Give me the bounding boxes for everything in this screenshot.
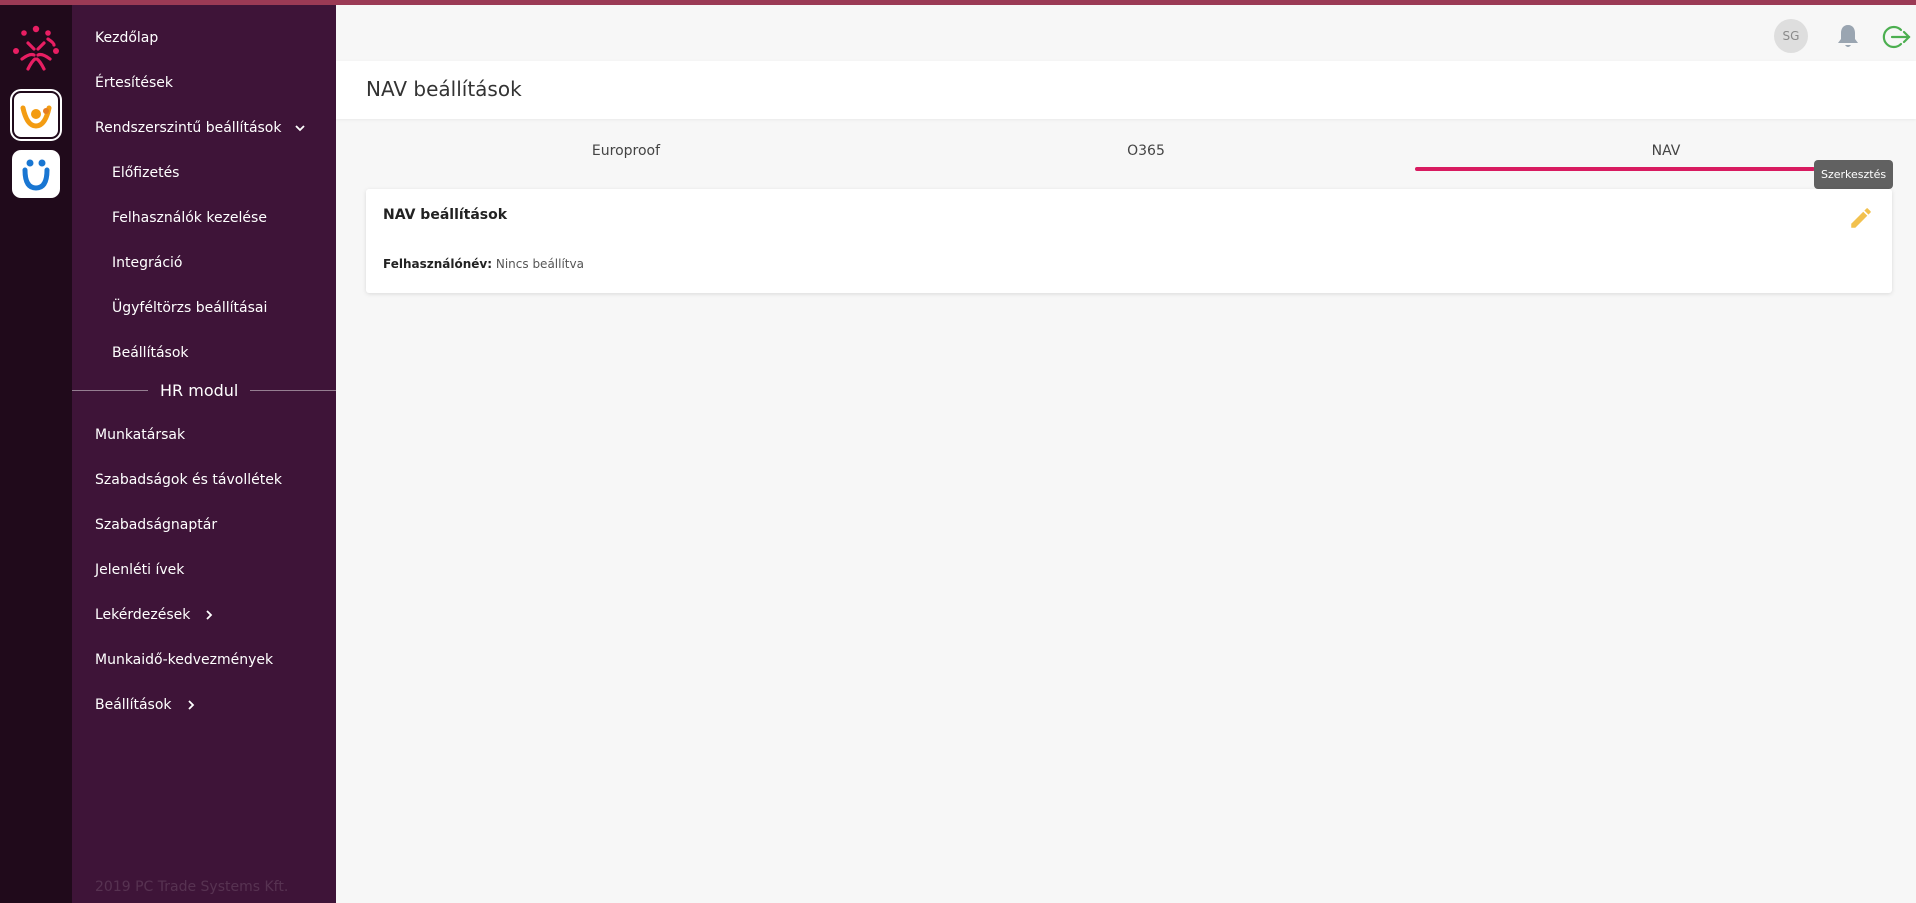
avatar[interactable]: SG (1774, 19, 1808, 53)
top-header: SG (336, 5, 1916, 61)
sidebar-item-label: Ügyféltörzs beállításai (112, 300, 268, 316)
card-title: NAV beállítások (383, 207, 508, 223)
sidebar-item-label: Integráció (112, 255, 183, 271)
section-title: HR modul (160, 380, 239, 400)
username-label: Felhasználónév: (383, 257, 493, 271)
tab-bar: Europroof O365 NAV (366, 134, 1886, 174)
copyright-text: 2019 PC Trade Systems Kft. (95, 879, 289, 895)
sidebar-item-munkaido-kedvezmenyek[interactable]: Munkaidő-kedvezmények (95, 647, 273, 673)
app-switch-blue[interactable] (12, 150, 60, 198)
sidebar: Kezdőlap Értesítések Rendszerszintű beál… (72, 5, 336, 903)
divider-line (250, 389, 336, 391)
nav-settings-card: NAV beállítások Felhasználónév: Nincs be… (366, 189, 1892, 293)
sidebar-item-label: Rendszerszintű beállítások (95, 120, 282, 136)
username-field: Felhasználónév: Nincs beállítva (383, 257, 584, 271)
sidebar-item-munkatarsak[interactable]: Munkatársak (95, 422, 185, 448)
sidebar-item-label: Szabadságok és távollétek (95, 472, 282, 488)
sidebar-item-ugyfeltorzs-beallitasai[interactable]: Ügyféltörzs beállításai (112, 295, 267, 321)
sidebar-item-label: Munkatársak (95, 427, 186, 443)
active-tab-indicator (1415, 167, 1815, 171)
sidebar-item-lekerdezesek[interactable]: Lekérdezések (95, 602, 216, 628)
section-divider-hr: HR modul (72, 377, 336, 403)
sidebar-item-beallitasok-hr[interactable]: Beállítások (95, 692, 198, 718)
sidebar-item-integracio[interactable]: Integráció (112, 250, 182, 276)
sidebar-item-label: Beállítások (112, 345, 189, 361)
sidebar-item-label: Jelenléti ívek (95, 562, 185, 578)
sidebar-item-label: Lekérdezések (95, 607, 191, 623)
bell-icon[interactable] (1834, 22, 1862, 50)
sidebar-item-beallitasok-system[interactable]: Beállítások (112, 340, 189, 366)
sidebar-item-szabadsagnaptar[interactable]: Szabadságnaptár (95, 512, 217, 538)
edit-tooltip: Szerkesztés (1814, 160, 1894, 189)
sidebar-item-rendszerszintu-beallitasok[interactable]: Rendszerszintű beállítások (95, 115, 307, 141)
logout-icon[interactable] (1881, 23, 1911, 51)
top-accent-bar (0, 0, 1916, 5)
sidebar-item-jelenleti-ivek[interactable]: Jelenléti ívek (95, 557, 184, 583)
sidebar-item-label: Beállítások (95, 697, 172, 713)
sidebar-item-label: Kezdőlap (95, 30, 159, 46)
tab-o365[interactable]: O365 (886, 134, 1406, 174)
app-rail (0, 5, 72, 903)
app-orange-icon (20, 105, 52, 129)
sidebar-item-ertesitesek[interactable]: Értesítések (95, 70, 173, 96)
sidebar-item-felhasznalok-kezelese[interactable]: Felhasználók kezelése (112, 205, 267, 231)
tab-europroof[interactable]: Europroof (366, 134, 886, 174)
sidebar-item-label: Előfizetés (112, 165, 180, 181)
pencil-icon[interactable] (1848, 205, 1874, 231)
title-bar: NAV beállítások (336, 61, 1916, 119)
sidebar-item-elofizetes[interactable]: Előfizetés (112, 160, 179, 186)
app-switch-orange[interactable] (12, 91, 60, 139)
chevron-right-icon (187, 700, 194, 710)
sidebar-item-label: Szabadságnaptár (95, 517, 218, 533)
sidebar-item-label: Értesítések (95, 75, 174, 91)
sidebar-item-kezdolap[interactable]: Kezdőlap (95, 25, 158, 51)
divider-line (72, 389, 148, 391)
sidebar-item-label: Munkaidő-kedvezmények (95, 652, 274, 668)
username-value: Nincs beállítva (495, 257, 584, 271)
sidebar-item-szabadsagok[interactable]: Szabadságok és távollétek (95, 467, 282, 493)
page-title: NAV beállítások (366, 77, 522, 101)
app-blue-icon (22, 159, 50, 191)
brand-logo-icon[interactable] (8, 23, 64, 79)
sidebar-item-label: Felhasználók kezelése (112, 210, 267, 226)
chevron-down-icon (295, 125, 306, 132)
chevron-right-icon (206, 610, 213, 620)
